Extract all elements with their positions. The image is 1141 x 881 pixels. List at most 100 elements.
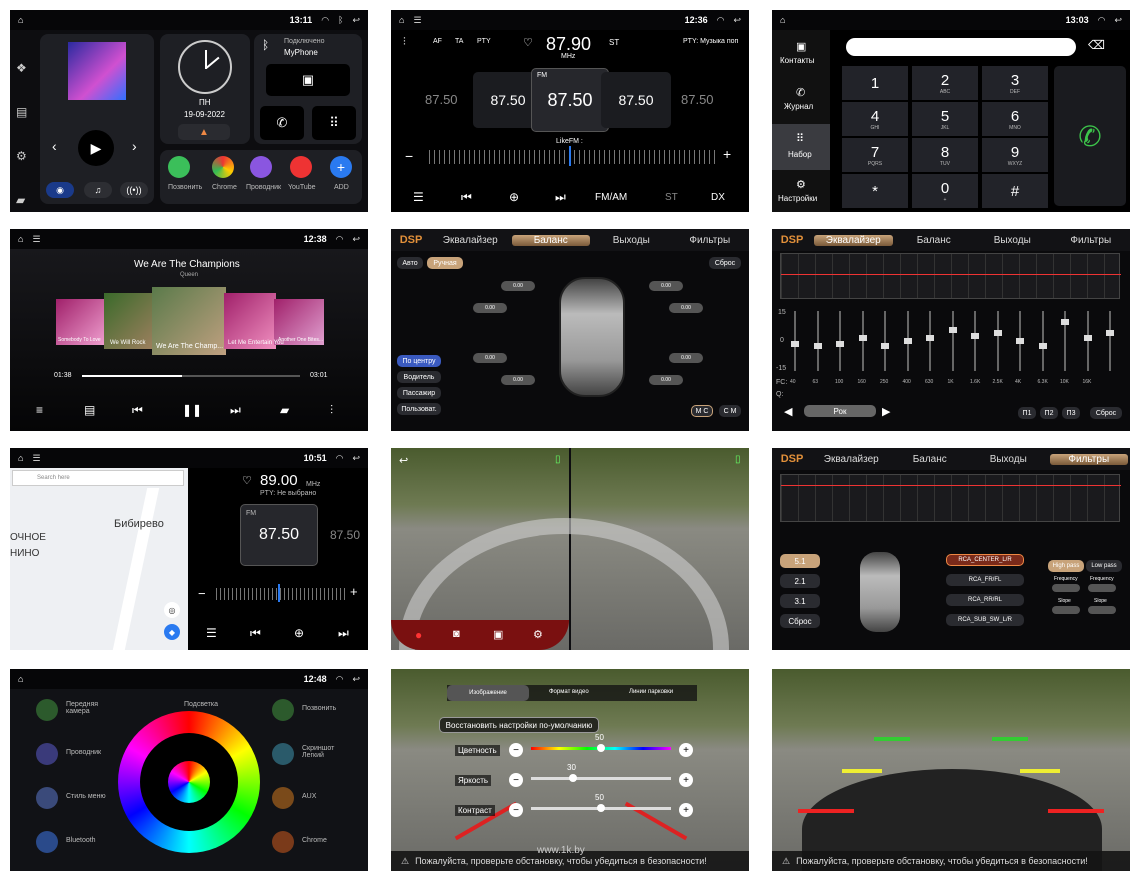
radio-icon[interactable]: ((•)) bbox=[120, 182, 148, 198]
history-icon[interactable]: ✆ bbox=[796, 86, 805, 99]
frequency-select[interactable] bbox=[1088, 584, 1116, 592]
tuning-needle[interactable] bbox=[278, 584, 280, 602]
menu-icon[interactable]: ☰ bbox=[32, 234, 40, 245]
plus-button[interactable]: + bbox=[679, 743, 693, 757]
equalizer-icon[interactable]: ◉ bbox=[46, 182, 74, 198]
preset-p2[interactable]: П2 bbox=[1040, 407, 1058, 419]
next-preset-icon[interactable]: ▶ bbox=[882, 405, 890, 418]
call-icon[interactable] bbox=[272, 699, 294, 721]
eq-icon[interactable]: ⫶ bbox=[403, 36, 406, 49]
heart-icon[interactable]: ♡ bbox=[523, 36, 533, 49]
key-9[interactable]: * bbox=[842, 174, 908, 208]
reset-button[interactable]: Сброс bbox=[780, 614, 820, 628]
minus-button[interactable]: − bbox=[198, 586, 206, 601]
adjust-thumb[interactable] bbox=[597, 744, 605, 752]
menu-icon[interactable]: ☰ bbox=[206, 626, 217, 640]
tab-equalizer[interactable]: Эквалайзер bbox=[431, 235, 510, 246]
cm-button[interactable]: C M bbox=[719, 405, 741, 417]
contacts-button[interactable]: ▣ bbox=[266, 64, 350, 96]
file-icon[interactable]: ▤ bbox=[16, 90, 27, 134]
tab-equalizer[interactable]: Эквалайзер bbox=[812, 454, 891, 465]
key-5[interactable]: 6 MNO bbox=[982, 102, 1048, 136]
tab-balance[interactable]: Баланс bbox=[511, 234, 590, 246]
menu-icon[interactable]: ☰ bbox=[413, 190, 424, 204]
search-icon[interactable]: ⊕ bbox=[294, 626, 304, 640]
style-icon[interactable] bbox=[36, 787, 58, 809]
seat-custom[interactable]: Пользоват. bbox=[397, 403, 441, 415]
back-icon[interactable]: ↩ bbox=[352, 15, 360, 26]
preset[interactable]: 87.50 bbox=[681, 92, 714, 107]
eq-slider-thumb[interactable] bbox=[971, 332, 979, 339]
home-icon[interactable]: ⌂ bbox=[18, 234, 23, 244]
preset[interactable]: 87.50 bbox=[425, 92, 458, 107]
next-icon[interactable]: ⏭ bbox=[230, 403, 241, 418]
preset-p3[interactable]: П3 bbox=[1062, 407, 1080, 419]
eq-slider-track[interactable] bbox=[836, 311, 844, 371]
tab-outputs[interactable]: Выходы bbox=[592, 235, 671, 246]
lowpass-tab[interactable]: Low pass bbox=[1086, 560, 1122, 572]
eq-slider-thumb[interactable] bbox=[1061, 319, 1069, 326]
reset-button[interactable]: Сброс bbox=[1090, 407, 1122, 419]
prev-icon[interactable]: ‹ bbox=[52, 138, 57, 154]
next-icon[interactable]: ⏭ bbox=[338, 626, 349, 641]
sidebar-item-dial[interactable]: ⠿ Набор bbox=[772, 124, 830, 170]
sidebar-item-contacts[interactable]: Контакты bbox=[780, 56, 815, 65]
eq-slider-thumb[interactable] bbox=[1083, 335, 1092, 342]
preset-p1[interactable]: П1 bbox=[1018, 407, 1036, 419]
home-icon[interactable]: ⌂ bbox=[780, 15, 785, 25]
files-icon[interactable] bbox=[36, 743, 58, 765]
eq-slider-thumb[interactable] bbox=[1016, 338, 1024, 344]
key-4[interactable]: 5 JKL bbox=[912, 102, 978, 136]
minus-button[interactable]: − bbox=[509, 803, 523, 817]
preset[interactable]: 87.50 bbox=[601, 72, 671, 128]
delay-field[interactable]: 0.00 bbox=[669, 353, 703, 363]
delay-field[interactable]: 0.00 bbox=[649, 281, 683, 291]
tab-balance[interactable]: Баланс bbox=[895, 235, 974, 246]
folder-icon[interactable]: ▰ bbox=[280, 403, 289, 417]
front-camera-icon[interactable] bbox=[36, 699, 58, 721]
adjust-thumb[interactable] bbox=[569, 774, 577, 782]
plus-button[interactable]: + bbox=[679, 803, 693, 817]
lyrics-icon[interactable]: ▤ bbox=[84, 403, 95, 417]
prev-icon[interactable]: ⏮ bbox=[461, 190, 472, 205]
mode-51[interactable]: 5.1 bbox=[780, 554, 820, 568]
menu-icon[interactable]: ☰ bbox=[413, 15, 421, 26]
back-icon[interactable]: ↩ bbox=[733, 15, 741, 26]
pty-flag[interactable]: PTY bbox=[477, 38, 491, 45]
output-sub[interactable]: RCA_SUB_SW_L/R bbox=[946, 614, 1024, 626]
tuning-scale[interactable] bbox=[429, 150, 719, 164]
eq-slider-thumb[interactable] bbox=[791, 340, 799, 347]
prev-icon[interactable]: ⏮ bbox=[132, 403, 143, 418]
preset[interactable]: 87.50 bbox=[330, 528, 360, 542]
sidebar-item-log[interactable]: Журнал bbox=[784, 102, 813, 111]
call-button[interactable]: ✆ bbox=[260, 106, 304, 140]
mode-auto[interactable]: Авто bbox=[397, 257, 423, 269]
minus-button[interactable]: − bbox=[509, 743, 523, 757]
eq-slider-thumb[interactable] bbox=[993, 329, 1002, 336]
highpass-tab[interactable]: High pass bbox=[1048, 560, 1084, 572]
prev-icon[interactable]: ⏮ bbox=[250, 626, 261, 641]
key-3[interactable]: 4 GHI bbox=[842, 102, 908, 136]
tuning-needle[interactable] bbox=[569, 146, 571, 166]
af-flag[interactable]: AF bbox=[433, 38, 442, 45]
back-icon[interactable]: ↩ bbox=[352, 674, 360, 685]
mode-manual[interactable]: Ручная bbox=[427, 257, 463, 269]
eq-slider-thumb[interactable] bbox=[858, 335, 867, 342]
eq-icon[interactable]: ⫶ bbox=[330, 403, 333, 418]
tab-filters[interactable]: Фильтры bbox=[1052, 235, 1131, 246]
adjust-thumb[interactable] bbox=[597, 804, 605, 812]
home-icon[interactable]: ⌂ bbox=[18, 674, 23, 684]
youtube-app-icon[interactable] bbox=[290, 156, 312, 178]
delay-field[interactable]: 0.00 bbox=[669, 303, 703, 313]
tab-video-format[interactable]: Формат видео bbox=[549, 689, 589, 695]
eq-slider-thumb[interactable] bbox=[881, 343, 889, 350]
mode-21[interactable]: 2.1 bbox=[780, 574, 820, 588]
home-icon[interactable]: ⌂ bbox=[399, 15, 404, 25]
seat-driver[interactable]: Водитель bbox=[397, 371, 441, 383]
color-wheel[interactable] bbox=[118, 711, 260, 853]
grid-button[interactable]: ⠿ bbox=[312, 106, 356, 140]
eq-slider-thumb[interactable] bbox=[948, 327, 957, 334]
progress-bar[interactable] bbox=[82, 375, 300, 377]
stereo-button[interactable]: ST bbox=[665, 192, 678, 203]
reset-button[interactable]: Сброс bbox=[709, 257, 741, 269]
